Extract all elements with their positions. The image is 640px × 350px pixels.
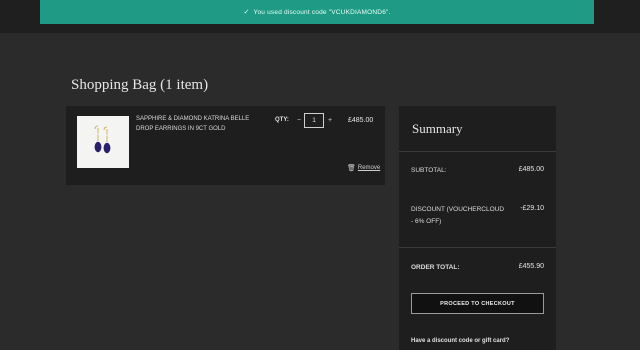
discount-value: -£29.10 <box>520 205 544 212</box>
remove-label: Remove <box>357 165 381 171</box>
page-title: Shopping Bag (1 item) <box>71 77 209 93</box>
order-total-value: £455.90 <box>518 263 544 270</box>
divider <box>399 151 556 152</box>
check-icon: ✓ <box>243 9 250 16</box>
quantity-label: QTY: <box>275 117 289 123</box>
product-image[interactable] <box>77 116 129 168</box>
order-summary-panel: Summary SUBTOTAL: £485.00 DISCOUNT (VOUC… <box>399 106 556 350</box>
order-total-label: ORDER TOTAL: <box>411 264 460 271</box>
product-name-link[interactable]: SAPPHIRE & DIAMOND KATRINA BELLE DROP EA… <box>136 114 264 134</box>
quantity-increase-button[interactable]: + <box>325 115 335 125</box>
discount-label: DISCOUNT (VOUCHERCLOUD - 6% OFF) <box>411 206 505 225</box>
banner-message: You used discount code "VCUKDIAMOND6". <box>253 8 391 16</box>
trash-icon: 🗑 <box>347 165 356 172</box>
quantity-input[interactable] <box>304 113 324 128</box>
subtotal-label: SUBTOTAL: <box>411 167 447 174</box>
earrings-image <box>77 116 129 168</box>
discount-code-link[interactable]: Have a discount code or gift card? <box>411 338 509 344</box>
remove-item-button[interactable]: 🗑 Remove <box>347 164 380 172</box>
item-price: £485.00 <box>348 117 374 124</box>
proceed-to-checkout-button[interactable]: PROCEED TO CHECKOUT <box>411 293 544 314</box>
quantity-decrease-button[interactable]: − <box>294 115 304 125</box>
summary-title: Summary <box>412 121 463 136</box>
subtotal-value: £485.00 <box>518 166 544 173</box>
divider <box>399 247 556 248</box>
cart-item: SAPPHIRE & DIAMOND KATRINA BELLE DROP EA… <box>66 106 385 185</box>
discount-success-banner: ✓ You used discount code "VCUKDIAMOND6". <box>40 0 594 24</box>
